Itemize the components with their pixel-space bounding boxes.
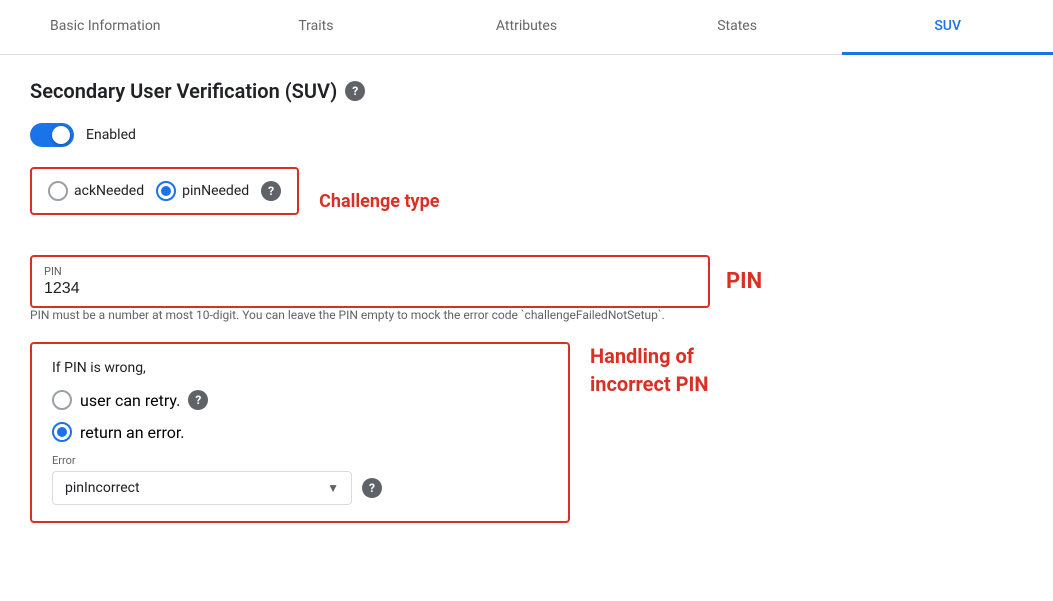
page-title-text: Secondary User Verification (SUV) xyxy=(30,79,337,103)
enabled-toggle-row: Enabled xyxy=(30,123,1023,147)
radio-error-circle[interactable] xyxy=(52,422,72,442)
main-content: Secondary User Verification (SUV) ? Enab… xyxy=(0,55,1053,547)
tab-basic-information[interactable]: Basic Information xyxy=(0,0,211,55)
error-select-help-icon[interactable]: ? xyxy=(362,478,382,498)
radio-retry-label: user can retry. xyxy=(80,391,180,410)
page-title-row: Secondary User Verification (SUV) ? xyxy=(30,79,1023,103)
radio-ack-needed-label: ackNeeded xyxy=(74,183,144,199)
title-help-icon[interactable]: ? xyxy=(345,81,365,101)
enabled-toggle[interactable] xyxy=(30,123,74,147)
tab-attributes[interactable]: Attributes xyxy=(421,0,632,55)
radio-retry-circle[interactable] xyxy=(52,390,72,410)
challenge-type-help-icon[interactable]: ? xyxy=(261,181,281,201)
chevron-down-icon: ▼ xyxy=(327,481,339,495)
pin-input[interactable] xyxy=(44,280,124,298)
handling-annotation-line2: incorrect PIN xyxy=(590,370,709,398)
radio-retry-row: user can retry. ? xyxy=(52,390,548,410)
challenge-type-annotation: Challenge type xyxy=(319,191,439,212)
radio-error-row: return an error. xyxy=(52,422,548,442)
pin-annotation: PIN xyxy=(726,269,762,294)
retry-help-icon[interactable]: ? xyxy=(188,390,208,410)
radio-error-label: return an error. xyxy=(80,423,185,442)
tab-suv[interactable]: SUV xyxy=(842,0,1053,55)
tab-bar: Basic Information Traits Attributes Stat… xyxy=(0,0,1053,55)
page-container: Basic Information Traits Attributes Stat… xyxy=(0,0,1053,601)
radio-ack-needed[interactable]: ackNeeded xyxy=(48,181,144,201)
pin-section: PIN PIN PIN must be a number at most 10-… xyxy=(30,255,1023,322)
handling-title: If PIN is wrong, xyxy=(52,360,548,376)
radio-pin-needed-circle xyxy=(156,181,176,201)
handling-annotation-wrapper: Handling of incorrect PIN xyxy=(590,342,709,398)
toggle-label: Enabled xyxy=(86,127,136,143)
error-select-label: Error xyxy=(52,454,548,467)
pin-field-row xyxy=(44,280,696,298)
tab-traits[interactable]: Traits xyxy=(211,0,422,55)
error-select-wrapper: Error pinIncorrect ▼ ? xyxy=(52,454,548,505)
error-select-value: pinIncorrect xyxy=(65,480,140,496)
tab-states[interactable]: States xyxy=(632,0,843,55)
pin-field-label: PIN xyxy=(44,265,696,278)
error-select-field[interactable]: pinIncorrect ▼ xyxy=(52,471,352,505)
handling-section: If PIN is wrong, user can retry. ? retur… xyxy=(30,342,1023,523)
pin-hint: PIN must be a number at most 10-digit. Y… xyxy=(30,308,710,322)
radio-ack-needed-circle xyxy=(48,181,68,201)
pin-field-wrapper: PIN xyxy=(30,255,710,308)
error-select-row: pinIncorrect ▼ ? xyxy=(52,471,548,505)
radio-pin-needed-label: pinNeeded xyxy=(182,183,249,199)
handling-annotation-line1: Handling of xyxy=(590,342,709,370)
radio-pin-needed[interactable]: pinNeeded xyxy=(156,181,249,201)
challenge-type-box: ackNeeded pinNeeded ? xyxy=(30,167,299,215)
handling-box: If PIN is wrong, user can retry. ? retur… xyxy=(30,342,570,523)
